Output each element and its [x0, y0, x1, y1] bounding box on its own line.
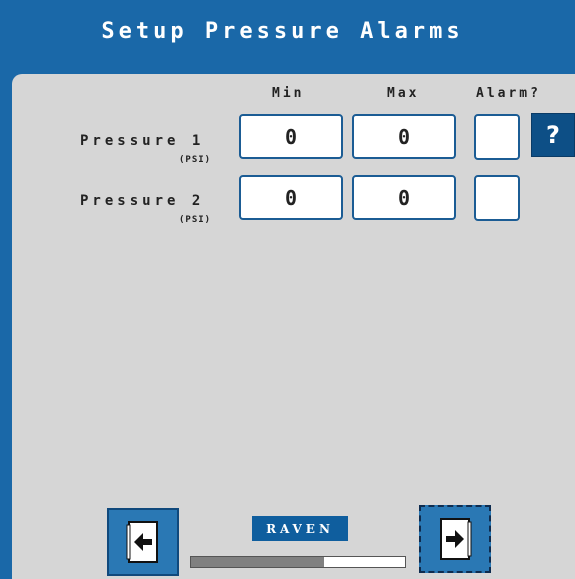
- pressure-2-max-field[interactable]: 0: [352, 175, 456, 220]
- title-bar: Setup Pressure Alarms: [0, 0, 575, 62]
- next-button[interactable]: [419, 505, 491, 573]
- raven-logo: RAVEN: [252, 516, 348, 541]
- pressure-1-alarm-checkbox[interactable]: [474, 114, 520, 160]
- row-label-pressure-2: Pressure 2: [80, 193, 205, 209]
- column-header-min: Min: [272, 86, 305, 101]
- pressure-1-min-field[interactable]: 0: [239, 114, 343, 159]
- column-header-max: Max: [387, 86, 420, 101]
- help-icon: ?: [546, 121, 560, 149]
- row-unit-pressure-2: (PSI): [179, 215, 212, 225]
- column-header-alarm: Alarm?: [476, 86, 541, 101]
- pressure-2-alarm-checkbox[interactable]: [474, 175, 520, 221]
- window-frame: Setup Pressure Alarms Min Max Alarm? Pre…: [0, 0, 575, 579]
- back-page-icon: [126, 521, 158, 563]
- page-title: Setup Pressure Alarms: [101, 18, 464, 44]
- progress-bar: [190, 556, 406, 568]
- next-page-icon: [440, 518, 472, 560]
- pressure-1-max-field[interactable]: 0: [352, 114, 456, 159]
- back-button[interactable]: [107, 508, 179, 576]
- row-label-pressure-1: Pressure 1: [80, 133, 205, 149]
- progress-fill: [191, 557, 324, 567]
- brand-name: RAVEN: [266, 521, 334, 536]
- help-button[interactable]: ?: [531, 113, 575, 157]
- row-unit-pressure-1: (PSI): [179, 155, 212, 165]
- pressure-2-min-field[interactable]: 0: [239, 175, 343, 220]
